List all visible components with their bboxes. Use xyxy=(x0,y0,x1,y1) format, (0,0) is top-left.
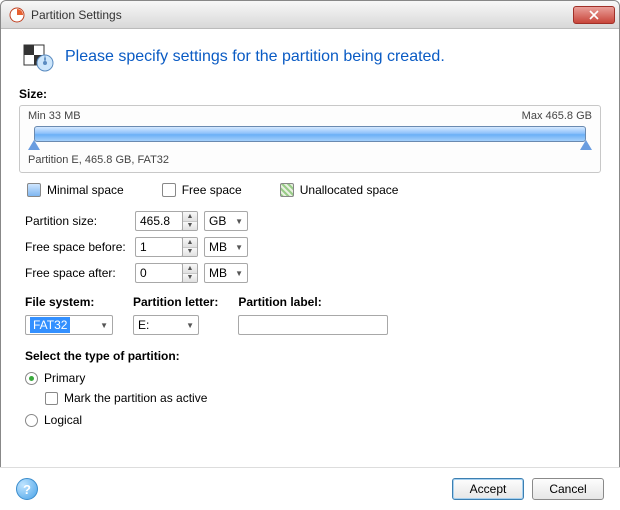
chevron-down-icon: ▼ xyxy=(186,321,194,330)
swatch-unalloc-icon xyxy=(280,183,294,197)
cancel-button[interactable]: Cancel xyxy=(532,478,604,500)
checkbox-mark-active[interactable]: Mark the partition as active xyxy=(45,391,601,405)
chevron-down-icon[interactable]: ▼ xyxy=(183,222,197,231)
page-heading: Please specify settings for the partitio… xyxy=(65,48,445,66)
size-max: Max 465.8 GB xyxy=(522,110,592,122)
partition-label-label: Partition label: xyxy=(238,295,388,309)
close-icon xyxy=(589,10,599,20)
partition-size-label: Partition size: xyxy=(19,214,135,228)
chevron-up-icon[interactable]: ▲ xyxy=(183,238,197,248)
free-before-spinner[interactable]: ▲▼ xyxy=(182,237,198,257)
partition-type-group: Select the type of partition: Primary Ma… xyxy=(19,349,601,427)
partition-size-spinner[interactable]: ▲▼ xyxy=(182,211,198,231)
legend-free: Free space xyxy=(162,183,242,197)
titlebar: Partition Settings xyxy=(1,1,619,29)
legend-free-label: Free space xyxy=(182,183,242,197)
chevron-down-icon: ▼ xyxy=(235,269,243,278)
partition-type-heading: Select the type of partition: xyxy=(25,349,601,363)
app-icon xyxy=(9,7,25,23)
partition-letter-label: Partition letter: xyxy=(133,295,218,309)
chevron-down-icon: ▼ xyxy=(235,243,243,252)
radio-primary-icon xyxy=(25,372,38,385)
close-button[interactable] xyxy=(573,6,615,24)
chevron-down-icon[interactable]: ▼ xyxy=(183,274,197,283)
size-slider[interactable] xyxy=(28,126,592,148)
partition-label-input[interactable] xyxy=(238,315,388,335)
legend-minimal-label: Minimal space xyxy=(47,183,124,197)
chevron-down-icon: ▼ xyxy=(100,321,108,330)
swatch-free-icon xyxy=(162,183,176,197)
header-row: Please specify settings for the partitio… xyxy=(19,41,601,73)
slider-handle-left[interactable] xyxy=(28,140,40,150)
slider-track xyxy=(34,126,586,142)
swatch-minimal-icon xyxy=(27,183,41,197)
partition-letter-select[interactable]: E: ▼ xyxy=(133,315,199,335)
free-after-input[interactable] xyxy=(135,263,183,283)
free-before-label: Free space before: xyxy=(19,240,135,254)
slider-caption: Partition E, 465.8 GB, FAT32 xyxy=(28,154,592,166)
partition-size-unit[interactable]: GB▼ xyxy=(204,211,248,231)
window-title: Partition Settings xyxy=(31,8,573,22)
free-after-spinner[interactable]: ▲▼ xyxy=(182,263,198,283)
free-after-label: Free space after: xyxy=(19,266,135,280)
slider-handle-right[interactable] xyxy=(580,140,592,150)
size-label: Size: xyxy=(19,87,601,101)
help-button[interactable]: ? xyxy=(16,478,38,500)
filesystem-label: File system: xyxy=(25,295,113,309)
free-after-unit[interactable]: MB▼ xyxy=(204,263,248,283)
free-before-input[interactable] xyxy=(135,237,183,257)
legend-unallocated: Unallocated space xyxy=(280,183,399,197)
checkbox-icon xyxy=(45,392,58,405)
radio-primary-label: Primary xyxy=(44,371,85,385)
partition-size-input[interactable] xyxy=(135,211,183,231)
chevron-down-icon[interactable]: ▼ xyxy=(183,248,197,257)
footer: ? Accept Cancel xyxy=(0,467,620,510)
size-min: Min 33 MB xyxy=(28,110,81,122)
checkbox-mark-active-label: Mark the partition as active xyxy=(64,391,207,405)
radio-logical[interactable]: Logical xyxy=(25,413,601,427)
chevron-down-icon: ▼ xyxy=(235,217,243,226)
wizard-icon xyxy=(23,41,55,73)
radio-logical-icon xyxy=(25,414,38,427)
legend-row: Minimal space Free space Unallocated spa… xyxy=(27,183,601,197)
accept-button[interactable]: Accept xyxy=(452,478,524,500)
legend-unalloc-label: Unallocated space xyxy=(300,183,399,197)
legend-minimal: Minimal space xyxy=(27,183,124,197)
content-area: Please specify settings for the partitio… xyxy=(1,29,619,441)
radio-logical-label: Logical xyxy=(44,413,82,427)
radio-primary[interactable]: Primary xyxy=(25,371,601,385)
size-slider-box: Min 33 MB Max 465.8 GB Partition E, 465.… xyxy=(19,105,601,173)
chevron-up-icon[interactable]: ▲ xyxy=(183,212,197,222)
free-before-unit[interactable]: MB▼ xyxy=(204,237,248,257)
filesystem-select[interactable]: FAT32 ▼ xyxy=(25,315,113,335)
chevron-up-icon[interactable]: ▲ xyxy=(183,264,197,274)
